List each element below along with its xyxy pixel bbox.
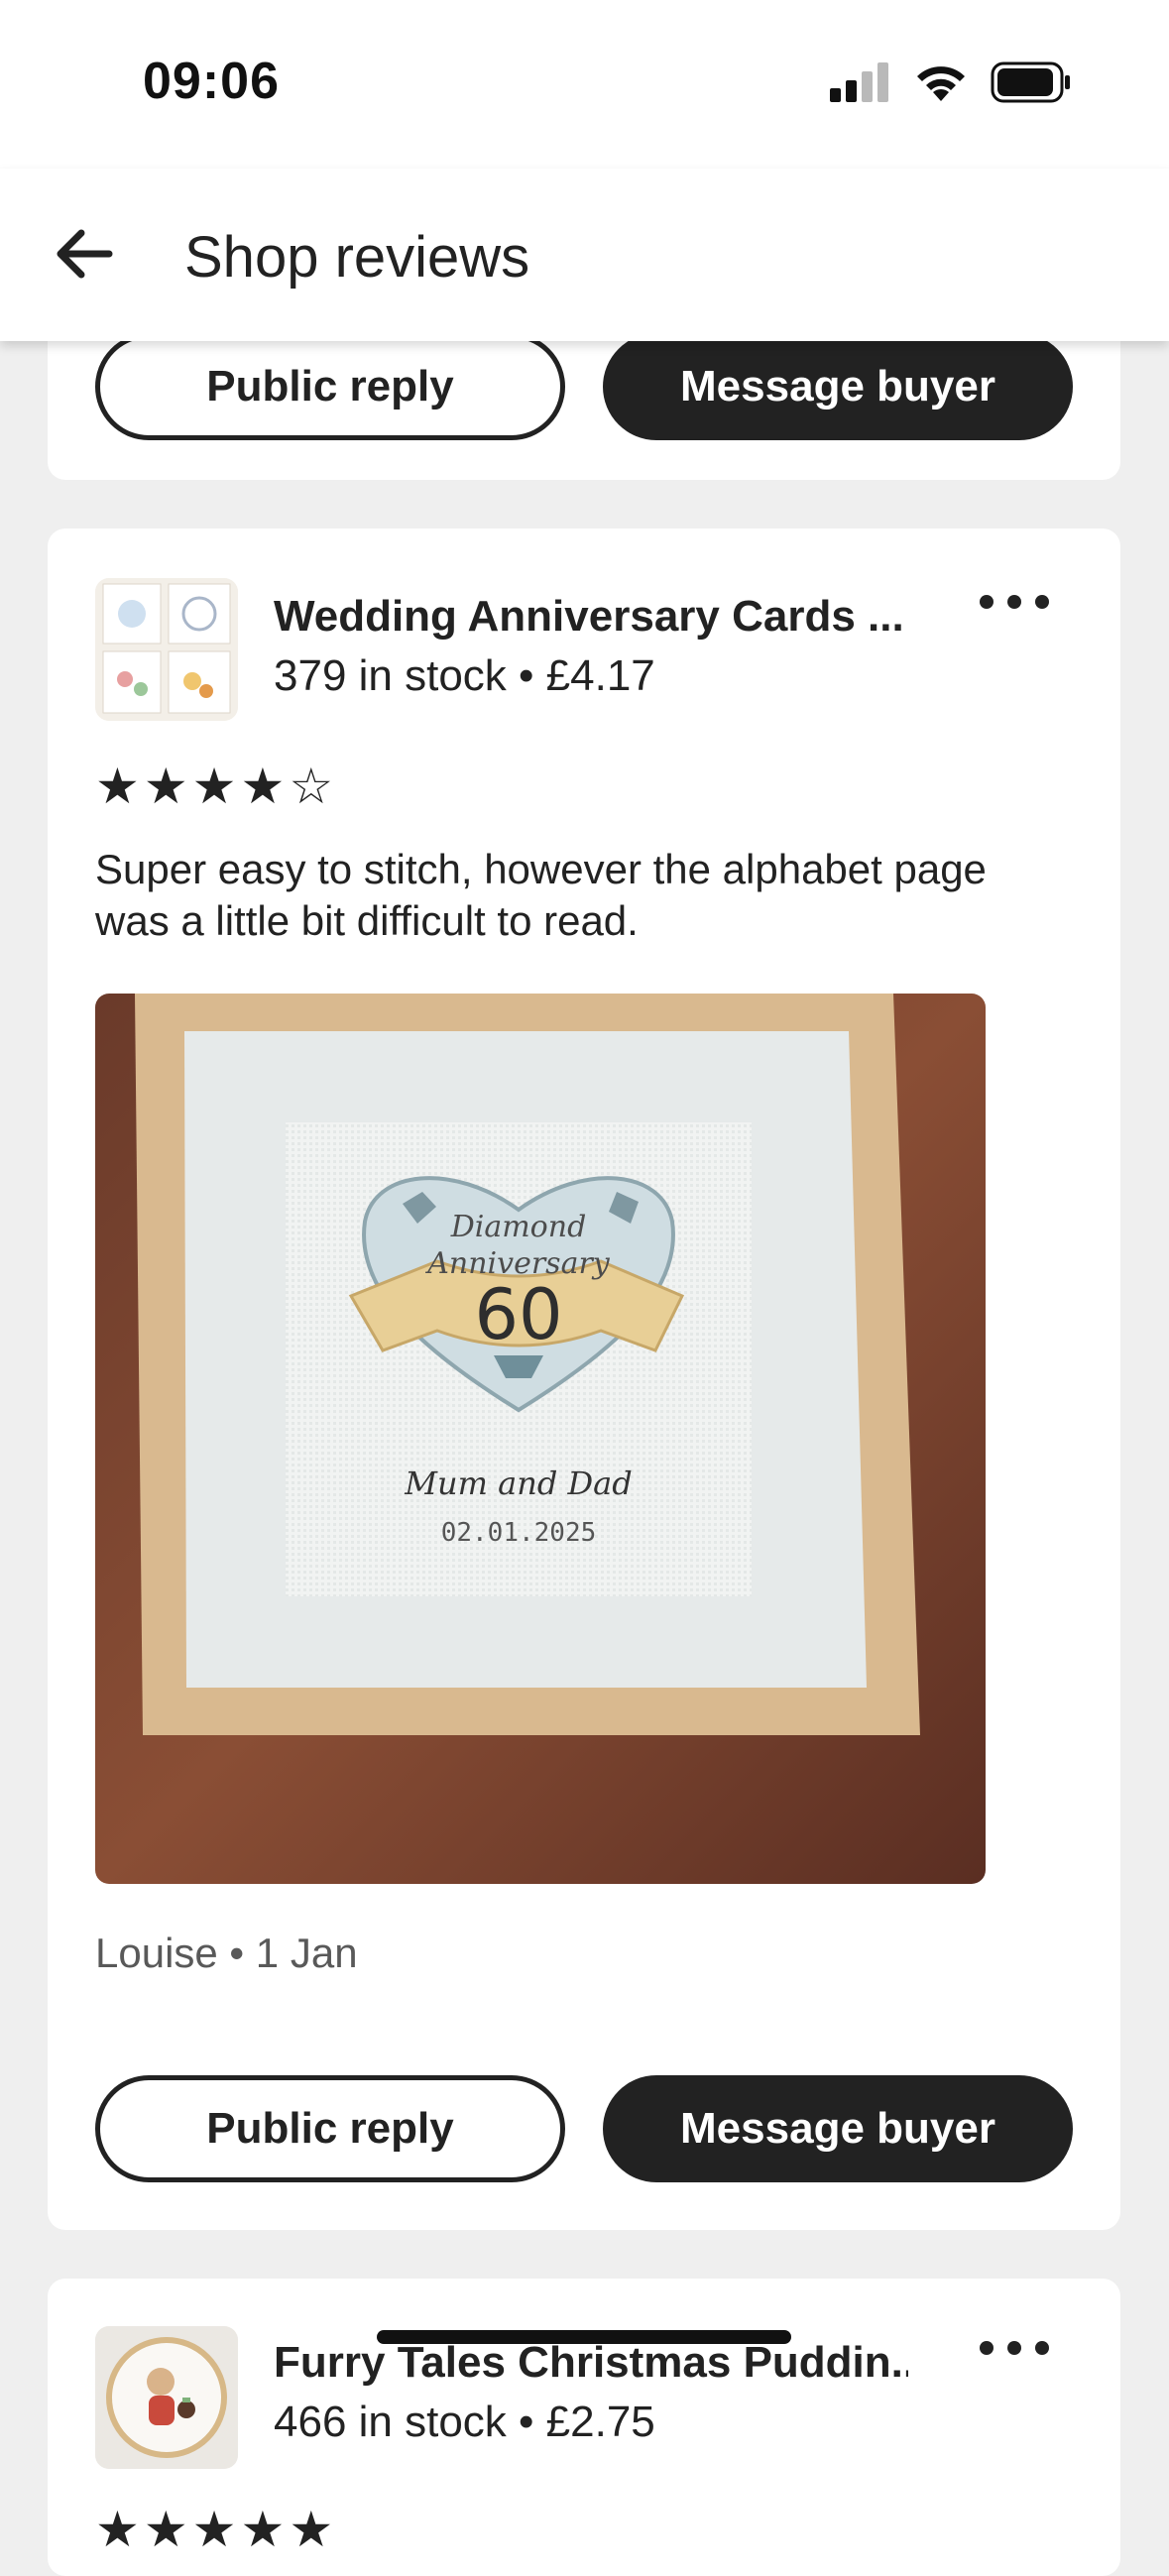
status-icons (830, 61, 1072, 108)
more-horizontal-icon (980, 2341, 994, 2355)
public-reply-button[interactable]: Public reply (95, 2075, 565, 2182)
status-bar: 09:06 (0, 0, 1169, 169)
listing-title[interactable]: Furry Tales Christmas Puddin... (274, 2338, 908, 2388)
more-options-button[interactable] (980, 582, 1049, 622)
star-rating: ★ ★ ★ ★ ★ (95, 2505, 333, 2554)
star-empty-icon: ☆ (289, 759, 334, 814)
listing-meta: 466 in stock • £2.75 (274, 2398, 655, 2446)
listing-title[interactable]: Wedding Anniversary Cards ... (274, 592, 908, 642)
listing-thumbnail[interactable] (95, 578, 238, 721)
photo-text-number: 60 (474, 1274, 562, 1355)
reviewer-info: Louise • 1 Jan (95, 1930, 358, 1976)
wifi-icon (913, 61, 969, 108)
cellular-signal-icon (830, 62, 891, 107)
star-filled-icon: ★ (240, 2502, 286, 2557)
app-header: Shop reviews (0, 169, 1169, 341)
review-card: Wedding Anniversary Cards ... 379 in sto… (48, 528, 1120, 2230)
star-filled-icon: ★ (191, 759, 237, 814)
home-indicator (377, 2330, 791, 2344)
review-photo[interactable]: Diamond Anniversary 60 Mum and Dad 02.01… (95, 994, 986, 1884)
star-filled-icon: ★ (95, 2502, 140, 2557)
star-filled-icon: ★ (191, 2502, 237, 2557)
public-reply-button[interactable]: Public reply (95, 333, 565, 440)
more-options-button[interactable] (980, 2328, 1049, 2368)
page-title: Shop reviews (184, 225, 530, 290)
review-card-next: Furry Tales Christmas Puddin... 466 in s… (48, 2279, 1120, 2576)
star-rating: ★ ★ ★ ★ ☆ (95, 761, 333, 811)
more-horizontal-icon (980, 595, 994, 609)
listing-meta: 379 in stock • £4.17 (274, 651, 655, 700)
star-filled-icon: ★ (143, 759, 188, 814)
listing-thumbnail[interactable] (95, 2326, 238, 2469)
message-buyer-button[interactable]: Message buyer (603, 2075, 1073, 2182)
status-time: 09:06 (143, 53, 280, 110)
review-text: Super easy to stitch, however the alphab… (95, 846, 987, 944)
battery-icon (991, 61, 1072, 108)
star-filled-icon: ★ (289, 2502, 334, 2557)
star-filled-icon: ★ (240, 759, 286, 814)
star-filled-icon: ★ (95, 759, 140, 814)
photo-text-names: Mum and Dad (404, 1464, 632, 1502)
photo-text-date: 02.01.2025 (441, 1518, 597, 1548)
arrow-left-icon (57, 229, 113, 279)
star-filled-icon: ★ (143, 2502, 188, 2557)
back-button[interactable] (44, 214, 123, 293)
message-buyer-button[interactable]: Message buyer (603, 333, 1073, 440)
photo-text-line1: Diamond (450, 1210, 587, 1244)
